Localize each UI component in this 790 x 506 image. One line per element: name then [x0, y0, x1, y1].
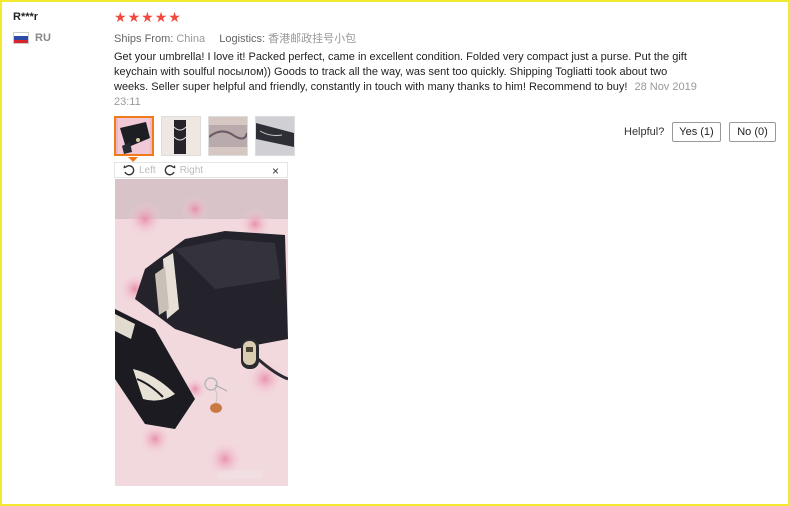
photo-thumbnail[interactable] — [208, 116, 248, 156]
close-icon[interactable]: × — [272, 164, 279, 178]
star-icon: ★ — [168, 9, 181, 25]
enlarged-review-photo: ▒▒▒▒▒▒▒▒ — [115, 179, 288, 486]
helpful-label: Helpful? — [624, 126, 665, 138]
rotate-left-icon — [123, 164, 135, 176]
photo-thumbnail[interactable] — [255, 116, 295, 156]
rotate-right-label: Right — [179, 164, 204, 176]
russia-flag-icon — [13, 32, 29, 44]
image-viewer-toolbar: Left Right × — [114, 162, 288, 178]
photo-thumbnail[interactable] — [161, 116, 201, 156]
shipping-info: Ships From: China Logistics: 香港邮政挂号小包 — [114, 30, 356, 46]
ships-from-value: China — [176, 33, 206, 45]
ships-from-label: Ships From: — [114, 33, 174, 45]
rotate-right-icon — [164, 164, 176, 176]
review-text: Get your umbrella! I love it! Packed per… — [114, 51, 687, 93]
photo-thumbnails — [114, 116, 295, 156]
star-icon: ★ — [127, 9, 141, 25]
country-code: RU — [35, 32, 51, 44]
reviewer-country: RU — [13, 32, 51, 44]
helpful-yes-button[interactable]: Yes (1) — [672, 122, 721, 142]
star-icon: ★ — [154, 9, 168, 25]
svg-text:▒▒▒▒▒▒▒▒: ▒▒▒▒▒▒▒▒ — [219, 470, 263, 479]
photo-thumbnail[interactable] — [114, 116, 154, 156]
helpful-no-button[interactable]: No (0) — [729, 122, 776, 142]
star-rating: ★ ★ ★ ★ ★ — [114, 9, 181, 25]
rotate-left-button[interactable]: Left — [123, 164, 156, 176]
rotate-left-label: Left — [139, 164, 156, 176]
review-body: Get your umbrella! I love it! Packed per… — [114, 50, 704, 110]
rotate-right-button[interactable]: Right — [164, 164, 203, 176]
reviewer-name: R***r — [13, 11, 39, 23]
logistics-label: Logistics: — [219, 33, 266, 45]
star-icon: ★ — [114, 9, 127, 25]
star-icon: ★ — [141, 9, 154, 25]
logistics-value: 香港邮政挂号小包 — [268, 33, 357, 45]
